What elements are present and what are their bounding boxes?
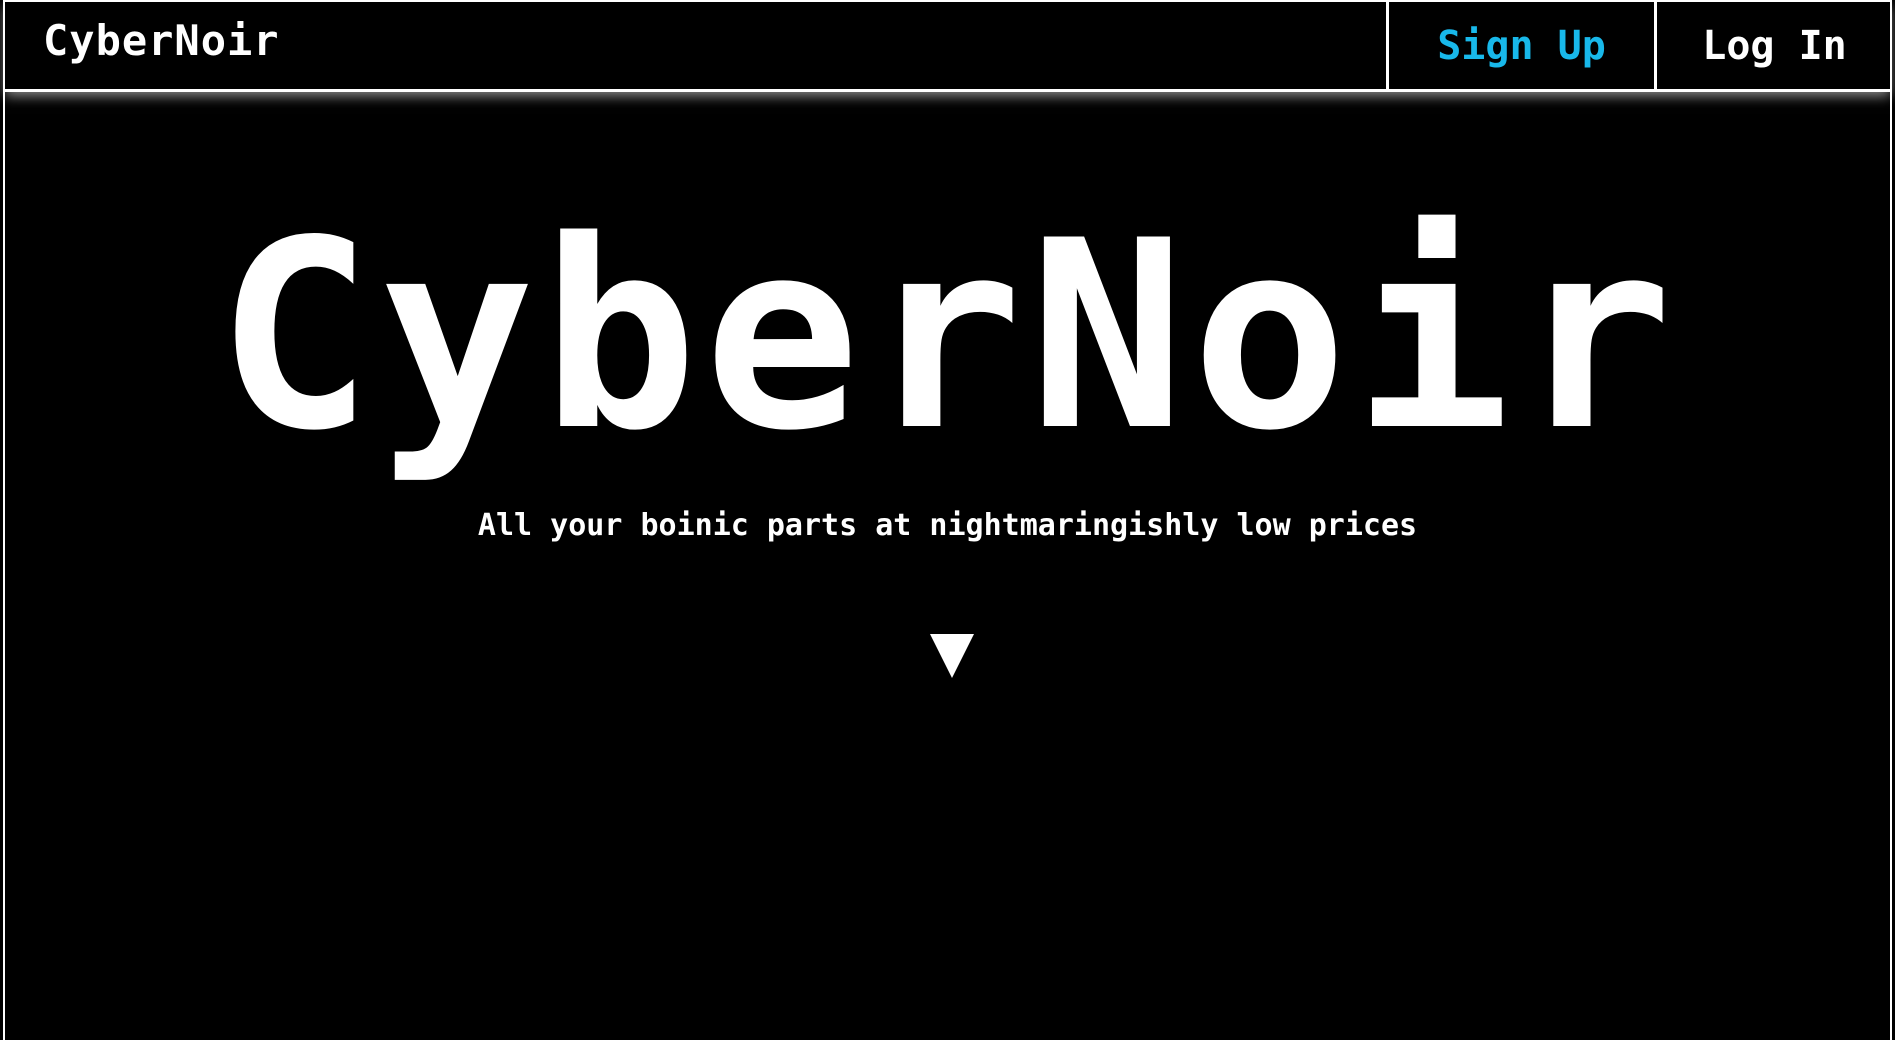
hero-title: CyberNoir [216, 186, 1679, 488]
sign-up-button[interactable]: Sign Up [1386, 2, 1654, 89]
brand-logo[interactable]: CyberNoir [43, 16, 280, 65]
triangle-down-icon[interactable] [930, 634, 974, 678]
top-navbar: CyberNoir Sign Up Log In [5, 2, 1890, 92]
log-in-button[interactable]: Log In [1654, 2, 1892, 89]
hero-tagline: All your boinic parts at nightmaringishl… [477, 508, 1418, 543]
page-frame: CyberNoir Sign Up Log In CyberNoir All y… [3, 0, 1892, 1040]
